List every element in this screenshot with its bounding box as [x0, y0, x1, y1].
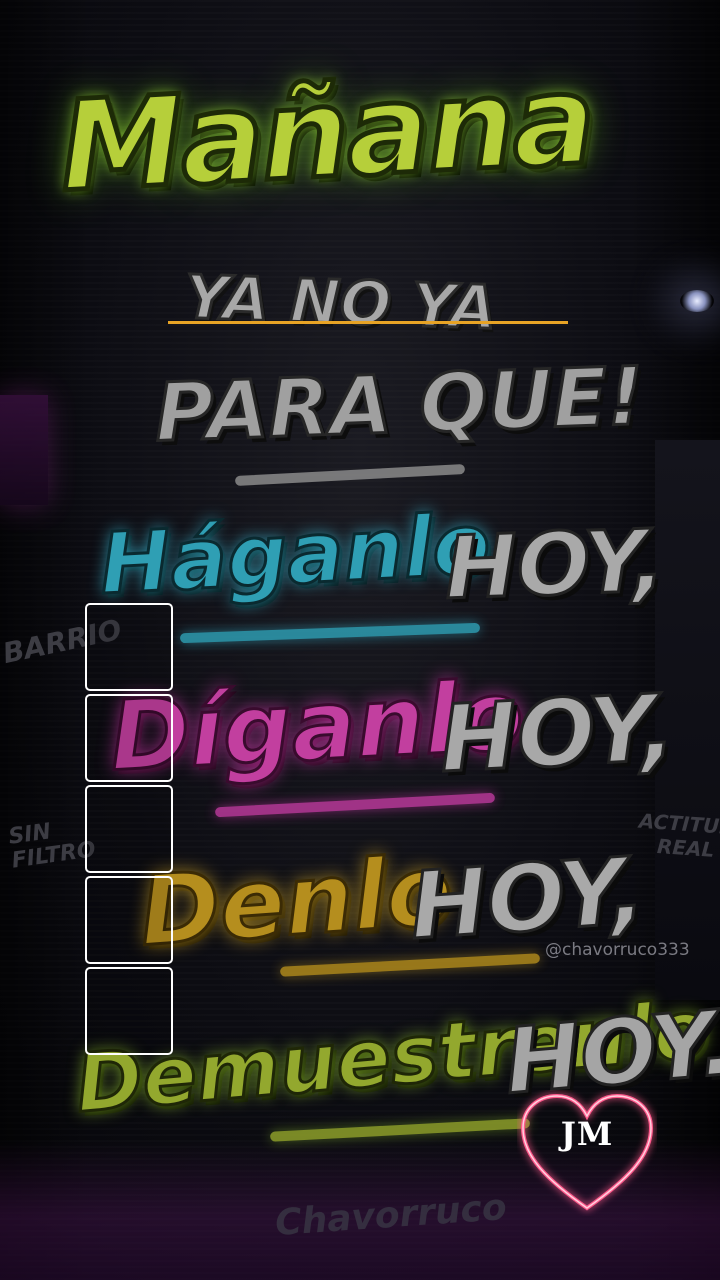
selection-box-stack: [85, 603, 173, 1055]
graffiti-hoy-2: HOY,: [436, 672, 679, 794]
selection-box-1[interactable]: [85, 603, 173, 691]
lit-window: [0, 395, 48, 505]
graffiti-ya-no-ya: YA NO YA: [182, 261, 499, 345]
graffiti-haganlo: Háganlo: [96, 493, 494, 614]
graffiti-wallpaper: BARRIO SIN FILTRO ACTITUD REAL Mañana YA…: [0, 0, 720, 1280]
watermark-handle: @chavorruco333: [545, 940, 690, 960]
jm-monogram: JM: [560, 1115, 614, 1153]
neon-heart-icon: [520, 1093, 654, 1211]
selection-box-2[interactable]: [85, 694, 173, 782]
selection-box-5[interactable]: [85, 967, 173, 1055]
street-lamp: [680, 290, 714, 312]
tag-actitud-real: ACTITUD REAL: [638, 808, 720, 862]
selection-box-4[interactable]: [85, 876, 173, 964]
graffiti-manana: Mañana: [54, 46, 599, 223]
selection-box-3[interactable]: [85, 785, 173, 873]
graffiti-hoy-1: HOY,: [442, 510, 668, 621]
graffiti-para-que: PARA QUE!: [152, 348, 647, 461]
strike-through-line: [168, 321, 568, 324]
